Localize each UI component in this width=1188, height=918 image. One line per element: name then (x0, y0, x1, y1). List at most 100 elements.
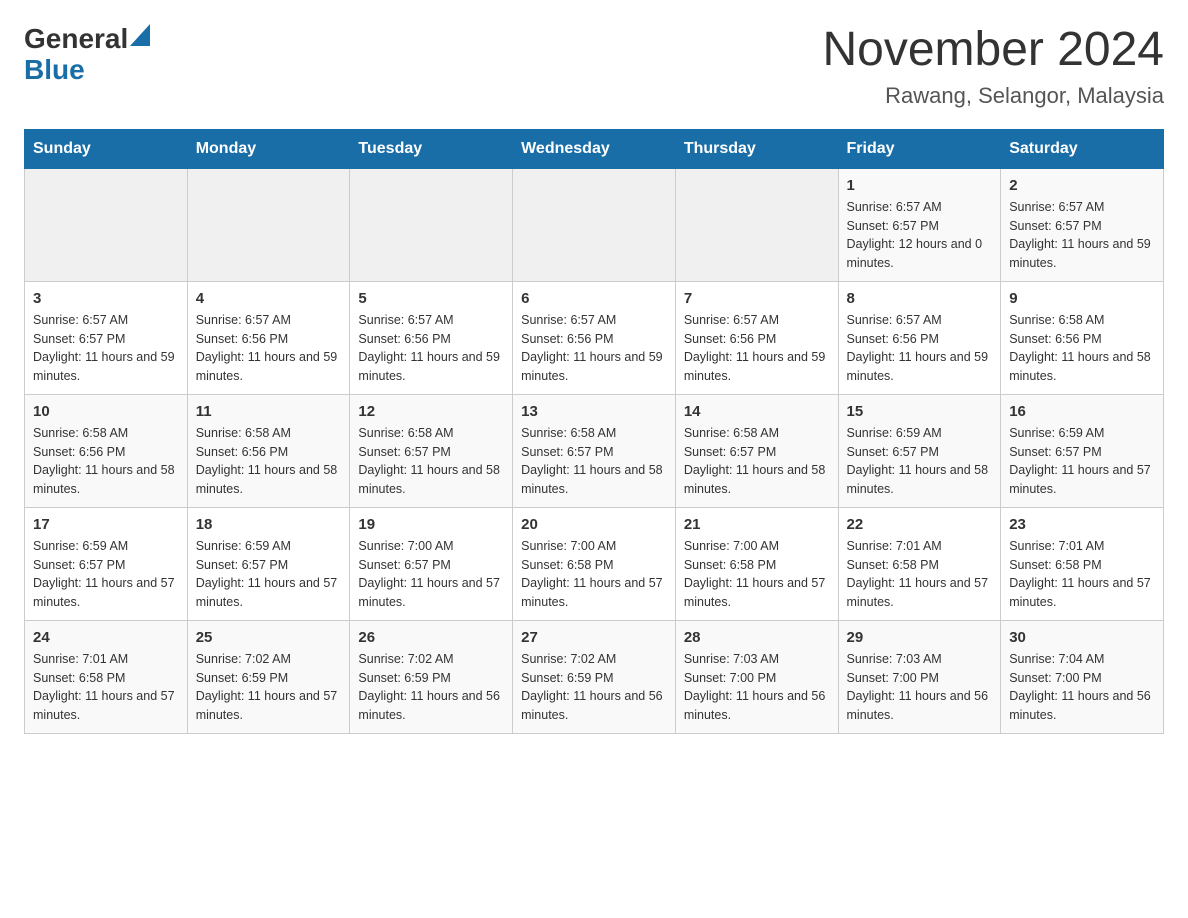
calendar-cell: 25 Sunrise: 7:02 AMSunset: 6:59 PMDayligh… (187, 620, 350, 733)
day-number: 30 (1009, 629, 1155, 646)
day-number: 8 (847, 290, 993, 307)
day-number: 14 (684, 403, 830, 420)
calendar-cell: 7 Sunrise: 6:57 AMSunset: 6:56 PMDaylight… (675, 281, 838, 394)
calendar-cell: 10 Sunrise: 6:58 AMSunset: 6:56 PMDayligh… (25, 394, 188, 507)
calendar-cell: 4 Sunrise: 6:57 AMSunset: 6:56 PMDaylight… (187, 281, 350, 394)
calendar-cell (25, 168, 188, 281)
day-header-tuesday: Tuesday (350, 129, 513, 168)
day-number: 19 (358, 516, 504, 533)
day-number: 23 (1009, 516, 1155, 533)
day-number: 1 (847, 177, 993, 194)
calendar-cell: 28Sunrise: 7:03 AMSunset: 7:00 PMDayligh… (675, 620, 838, 733)
calendar-cell: 29 Sunrise: 7:03 AMSunset: 7:00 PMDayligh… (838, 620, 1001, 733)
day-header-thursday: Thursday (675, 129, 838, 168)
calendar-cell: 1Sunrise: 6:57 AMSunset: 6:57 PMDaylight… (838, 168, 1001, 281)
calendar-week-row: 24Sunrise: 7:01 AMSunset: 6:58 PMDayligh… (25, 620, 1164, 733)
day-info: Sunrise: 7:02 AMSunset: 6:59 PMDaylight:… (521, 650, 667, 725)
calendar-cell: 22 Sunrise: 7:01 AMSunset: 6:58 PMDayligh… (838, 507, 1001, 620)
calendar-cell: 9Sunrise: 6:58 AMSunset: 6:56 PMDaylight… (1001, 281, 1164, 394)
calendar-cell: 21 Sunrise: 7:00 AMSunset: 6:58 PMDayligh… (675, 507, 838, 620)
day-info: Sunrise: 6:59 AMSunset: 6:57 PMDaylight:… (1009, 424, 1155, 499)
day-header-sunday: Sunday (25, 129, 188, 168)
calendar-cell: 20 Sunrise: 7:00 AMSunset: 6:58 PMDayligh… (513, 507, 676, 620)
day-info: Sunrise: 6:57 AMSunset: 6:56 PMDaylight:… (847, 311, 993, 386)
day-number: 20 (521, 516, 667, 533)
day-number: 18 (196, 516, 342, 533)
day-number: 17 (33, 516, 179, 533)
logo-triangle-icon (130, 24, 150, 46)
calendar-cell: 8 Sunrise: 6:57 AMSunset: 6:56 PMDaylight… (838, 281, 1001, 394)
calendar-cell: 27 Sunrise: 7:02 AMSunset: 6:59 PMDayligh… (513, 620, 676, 733)
day-info: Sunrise: 7:03 AMSunset: 7:00 PMDaylight:… (684, 650, 830, 725)
day-number: 6 (521, 290, 667, 307)
calendar-week-row: 10 Sunrise: 6:58 AMSunset: 6:56 PMDayligh… (25, 394, 1164, 507)
day-info: Sunrise: 6:58 AMSunset: 6:56 PMDaylight:… (1009, 311, 1155, 386)
day-info: Sunrise: 6:59 AMSunset: 6:57 PMDaylight:… (847, 424, 993, 499)
location-title: Rawang, Selangor, Malaysia (822, 83, 1164, 109)
calendar-cell: 30 Sunrise: 7:04 AMSunset: 7:00 PMDayligh… (1001, 620, 1164, 733)
calendar-header-row: SundayMondayTuesdayWednesdayThursdayFrid… (25, 129, 1164, 168)
day-header-monday: Monday (187, 129, 350, 168)
day-info: Sunrise: 6:57 AMSunset: 6:56 PMDaylight:… (521, 311, 667, 386)
day-number: 29 (847, 629, 993, 646)
logo: General Blue (24, 24, 150, 86)
day-number: 25 (196, 629, 342, 646)
day-info: Sunrise: 6:59 AMSunset: 6:57 PMDaylight:… (196, 537, 342, 612)
day-info: Sunrise: 6:58 AMSunset: 6:56 PMDaylight:… (196, 424, 342, 499)
day-number: 26 (358, 629, 504, 646)
calendar-cell: 11Sunrise: 6:58 AMSunset: 6:56 PMDayligh… (187, 394, 350, 507)
day-number: 22 (847, 516, 993, 533)
calendar-week-row: 3 Sunrise: 6:57 AMSunset: 6:57 PMDaylight… (25, 281, 1164, 394)
page-header: General Blue November 2024 Rawang, Selan… (24, 24, 1164, 109)
logo-blue: Blue (24, 54, 85, 85)
calendar-cell: 6 Sunrise: 6:57 AMSunset: 6:56 PMDaylight… (513, 281, 676, 394)
day-info: Sunrise: 6:57 AMSunset: 6:56 PMDaylight:… (358, 311, 504, 386)
day-number: 24 (33, 629, 179, 646)
day-info: Sunrise: 6:58 AMSunset: 6:57 PMDaylight:… (521, 424, 667, 499)
calendar-cell: 19 Sunrise: 7:00 AMSunset: 6:57 PMDayligh… (350, 507, 513, 620)
day-info: Sunrise: 6:58 AMSunset: 6:57 PMDaylight:… (684, 424, 830, 499)
calendar-cell: 23 Sunrise: 7:01 AMSunset: 6:58 PMDayligh… (1001, 507, 1164, 620)
day-number: 16 (1009, 403, 1155, 420)
day-number: 7 (684, 290, 830, 307)
logo-general: General (24, 24, 128, 55)
day-header-saturday: Saturday (1001, 129, 1164, 168)
day-info: Sunrise: 7:00 AMSunset: 6:57 PMDaylight:… (358, 537, 504, 612)
calendar-cell: 15 Sunrise: 6:59 AMSunset: 6:57 PMDayligh… (838, 394, 1001, 507)
day-number: 4 (196, 290, 342, 307)
day-number: 27 (521, 629, 667, 646)
day-info: Sunrise: 6:58 AMSunset: 6:57 PMDaylight:… (358, 424, 504, 499)
day-number: 2 (1009, 177, 1155, 194)
day-number: 15 (847, 403, 993, 420)
day-number: 12 (358, 403, 504, 420)
day-info: Sunrise: 7:04 AMSunset: 7:00 PMDaylight:… (1009, 650, 1155, 725)
day-info: Sunrise: 6:57 AMSunset: 6:57 PMDaylight:… (33, 311, 179, 386)
day-info: Sunrise: 6:58 AMSunset: 6:56 PMDaylight:… (33, 424, 179, 499)
day-info: Sunrise: 6:57 AMSunset: 6:56 PMDaylight:… (684, 311, 830, 386)
calendar-cell: 18 Sunrise: 6:59 AMSunset: 6:57 PMDayligh… (187, 507, 350, 620)
day-number: 3 (33, 290, 179, 307)
day-info: Sunrise: 7:03 AMSunset: 7:00 PMDaylight:… (847, 650, 993, 725)
calendar-cell: 13Sunrise: 6:58 AMSunset: 6:57 PMDayligh… (513, 394, 676, 507)
day-info: Sunrise: 7:02 AMSunset: 6:59 PMDaylight:… (358, 650, 504, 725)
calendar-cell: 5 Sunrise: 6:57 AMSunset: 6:56 PMDaylight… (350, 281, 513, 394)
calendar-table: SundayMondayTuesdayWednesdayThursdayFrid… (24, 129, 1164, 734)
day-info: Sunrise: 6:57 AMSunset: 6:56 PMDaylight:… (196, 311, 342, 386)
day-info: Sunrise: 7:00 AMSunset: 6:58 PMDaylight:… (684, 537, 830, 612)
calendar-cell: 3 Sunrise: 6:57 AMSunset: 6:57 PMDaylight… (25, 281, 188, 394)
calendar-cell: 16 Sunrise: 6:59 AMSunset: 6:57 PMDayligh… (1001, 394, 1164, 507)
day-info: Sunrise: 7:01 AMSunset: 6:58 PMDaylight:… (1009, 537, 1155, 612)
day-number: 21 (684, 516, 830, 533)
calendar-cell: 26 Sunrise: 7:02 AMSunset: 6:59 PMDayligh… (350, 620, 513, 733)
calendar-cell (675, 168, 838, 281)
day-info: Sunrise: 7:02 AMSunset: 6:59 PMDaylight:… (196, 650, 342, 725)
calendar-cell: 12 Sunrise: 6:58 AMSunset: 6:57 PMDayligh… (350, 394, 513, 507)
day-info: Sunrise: 7:00 AMSunset: 6:58 PMDaylight:… (521, 537, 667, 612)
day-info: Sunrise: 6:59 AMSunset: 6:57 PMDaylight:… (33, 537, 179, 612)
calendar-cell: 17 Sunrise: 6:59 AMSunset: 6:57 PMDayligh… (25, 507, 188, 620)
day-number: 10 (33, 403, 179, 420)
calendar-cell (350, 168, 513, 281)
day-number: 5 (358, 290, 504, 307)
day-header-friday: Friday (838, 129, 1001, 168)
day-info: Sunrise: 7:01 AMSunset: 6:58 PMDaylight:… (847, 537, 993, 612)
